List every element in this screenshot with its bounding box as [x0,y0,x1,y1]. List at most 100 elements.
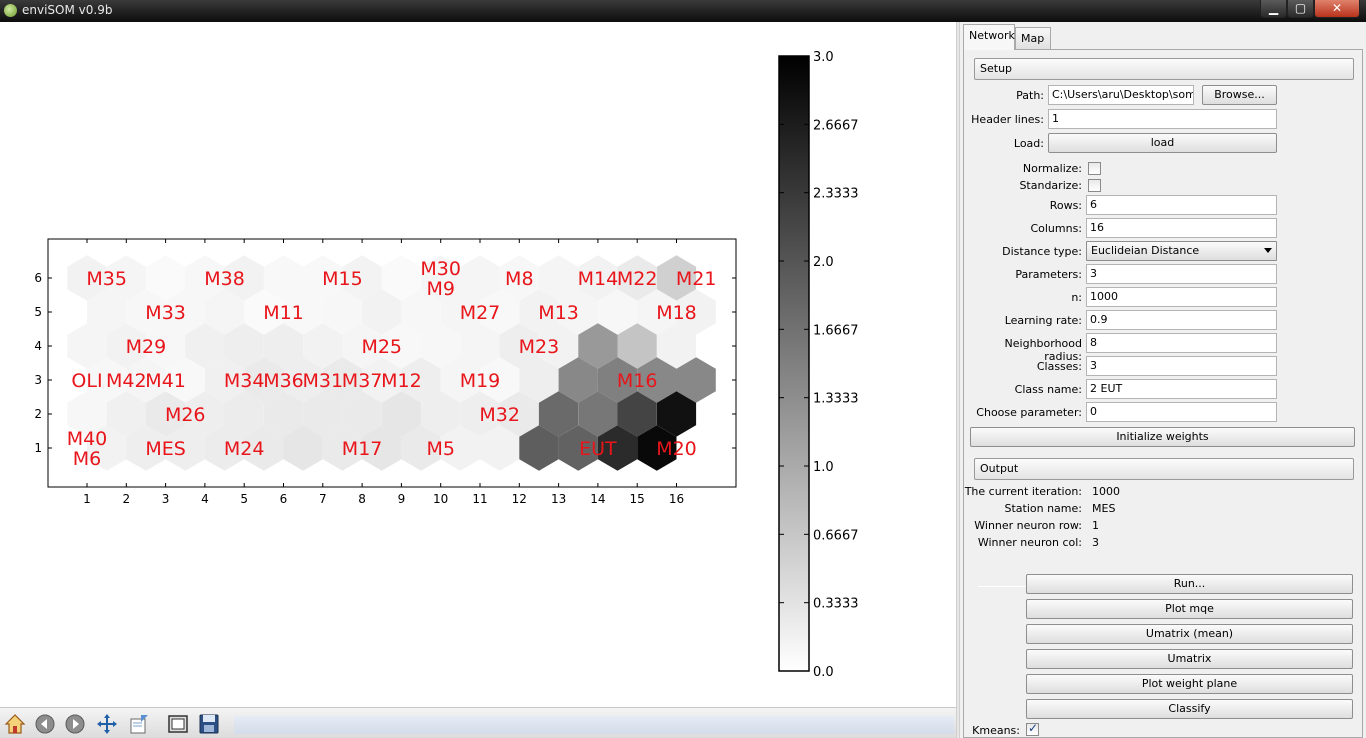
current-iteration-value: 1000 [1092,485,1120,498]
station-label: M20 [656,438,697,460]
station-label: M24 [224,438,265,460]
classify-button[interactable]: Classify [1026,699,1353,719]
station-label: M21 [676,268,717,290]
columns-label: Columns: [1030,222,1082,235]
station-label: M5 [426,438,454,460]
colorbar-tick-label: 1.3333 [813,392,859,407]
station-label: M22 [617,268,658,290]
subplots-icon[interactable] [166,712,190,736]
y-tick-label: 2 [34,407,42,421]
tab-network[interactable]: Network [963,24,1015,50]
classes-label: Classes: [1036,360,1082,373]
station-label: M30 [420,258,461,280]
run-button[interactable]: Run... [1026,574,1353,594]
station-label: M25 [361,336,402,358]
classes-input[interactable]: 3 [1086,356,1277,376]
browse-button[interactable]: Browse... [1202,85,1277,105]
station-label: M19 [460,370,501,392]
station-label: M17 [342,438,383,460]
station-label: M9 [426,278,454,300]
distance-type-select[interactable]: Euclideian Distance [1086,241,1277,261]
station-label: M41 [145,370,186,392]
tab-map[interactable]: Map [1015,27,1051,50]
umatrix-button[interactable]: Umatrix [1026,649,1353,669]
station-label: M35 [86,268,127,290]
normalize-checkbox[interactable] [1088,162,1101,175]
control-panel: Network Map Setup Path: C:\Users\aru\Des… [960,22,1366,738]
station-label: M15 [322,268,363,290]
parameters-input[interactable]: 3 [1086,264,1277,284]
som-plot: 1 2 3 4 5 6 7 8 9 10 11 12 13 14 15 16654321M35 M38 M15 M3… [34,50,859,680]
x-tick-label: 1 [83,492,91,506]
parameters-label: Parameters: [1015,268,1082,281]
x-tick-label: 13 [551,492,566,506]
standarize-checkbox[interactable] [1088,179,1101,192]
initialize-weights-button[interactable]: Initialize weights [970,427,1355,447]
colorbar-tick-label: 0.0 [813,665,834,680]
rows-input[interactable]: 6 [1086,195,1277,215]
colorbar-tick-label: 0.6667 [813,528,859,543]
neighborhood-radius-input[interactable]: 8 [1086,333,1277,353]
station-label: M38 [204,268,245,290]
x-tick-label: 6 [280,492,288,506]
x-tick-label: 11 [472,492,487,506]
path-input[interactable]: C:\Users\aru\Desktop\som_k [1048,85,1194,105]
x-tick-label: 10 [433,492,448,506]
edit-axis-icon[interactable] [127,712,151,736]
y-tick-label: 4 [34,339,42,353]
station-label: M29 [126,336,167,358]
setup-header[interactable]: Setup [974,58,1354,80]
home-icon[interactable] [3,712,27,736]
kmeans-label: Kmeans: [972,724,1020,737]
station-label: M33 [145,302,186,324]
kmeans-checkbox[interactable] [1026,721,1039,736]
y-tick-label: 3 [34,373,42,387]
choose-parameter-input[interactable]: 0 [1086,402,1277,422]
maximize-button[interactable]: ▢ [1287,0,1314,18]
class-name-input[interactable]: 2 EUT [1086,379,1277,399]
winner-col-value: 3 [1092,536,1099,549]
colorbar-tick-label: 2.3333 [813,187,859,202]
x-tick-label: 5 [240,492,248,506]
minimize-button[interactable]: ▁ [1260,0,1287,18]
save-icon[interactable] [197,712,221,736]
station-label: EUT [579,438,617,460]
station-label: M37 [342,370,383,392]
station-name-label: Station name: [1004,502,1082,515]
x-tick-label: 8 [358,492,366,506]
colorbar-tick-label: 1.6667 [813,323,859,338]
output-header[interactable]: Output [974,458,1354,480]
winner-col-label: Winner neuron col: [977,536,1082,549]
colorbar [778,55,810,672]
umatrix-mean-button[interactable]: Umatrix (mean) [1026,624,1353,644]
station-label: M34 [224,370,265,392]
forward-icon[interactable] [63,712,87,736]
plot-weight-plane-button[interactable]: Plot weight plane [1026,674,1353,694]
chevron-down-icon [1264,248,1272,253]
choose-parameter-label: Choose parameter: [976,406,1082,419]
winner-row-value: 1 [1092,519,1099,532]
close-button[interactable]: ✕ [1314,0,1360,18]
back-icon[interactable] [33,712,57,736]
plot-mqe-button[interactable]: Plot mqe [1026,599,1353,619]
station-label: M23 [519,336,560,358]
toolbar-status [234,716,954,734]
x-tick-label: 15 [630,492,645,506]
x-tick-label: 14 [590,492,605,506]
columns-input[interactable]: 16 [1086,218,1277,238]
load-label: Load: [1013,137,1044,150]
station-label: M27 [460,302,501,324]
n-label: n: [1071,291,1082,304]
pan-icon[interactable] [95,712,119,736]
station-label: M18 [656,302,697,324]
load-button[interactable]: load [1048,133,1277,153]
header-lines-input[interactable]: 1 [1048,109,1277,129]
n-input[interactable]: 1000 [1086,287,1277,307]
station-label: M36 [263,370,304,392]
x-tick-label: 9 [398,492,406,506]
y-tick-label: 6 [34,271,42,285]
station-label: M32 [479,404,520,426]
distance-type-value: Euclideian Distance [1091,244,1200,257]
learning-rate-input[interactable]: 0.9 [1086,310,1277,330]
plot-canvas[interactable]: 1 2 3 4 5 6 7 8 9 10 11 12 13 14 15 16 6 5 4 3 2 1 M35 M38 M15 M3… [0,22,956,707]
